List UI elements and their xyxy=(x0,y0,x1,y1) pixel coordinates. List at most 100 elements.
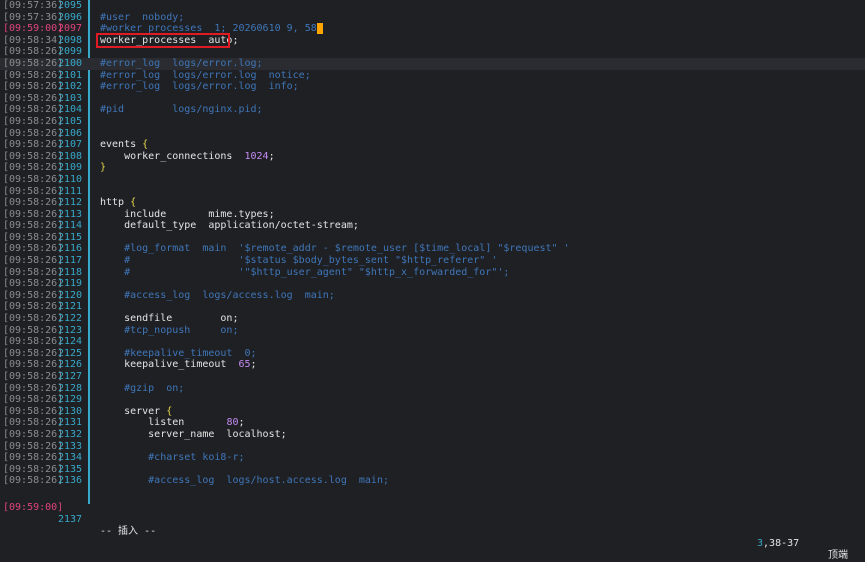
code-line[interactable]: [09:58:26] 2126 keepalive_timeout 65; xyxy=(0,359,865,371)
code-line[interactable]: [09:58:26] 2117 # '$status $body_bytes_se… xyxy=(0,255,865,267)
code-line[interactable]: [09:58:26] 2131 listen 80; xyxy=(0,417,865,429)
line-code[interactable]: default_type application/octet-stream; xyxy=(100,220,359,232)
line-number: 2116 xyxy=(58,243,83,255)
line-timestamp: [09:58:26] xyxy=(3,57,64,69)
code-line[interactable]: [09:58:26] 2100 #error_log logs/error.log; xyxy=(0,57,865,70)
code-line[interactable]: [09:58:26] 2102 #error_log logs/error.log … xyxy=(0,81,865,93)
line-code[interactable]: # '$status $body_bytes_sent "$http_refer… xyxy=(100,255,497,267)
scroll-indicator: 顶端 xyxy=(828,550,848,561)
line-code[interactable]: #user nobody; xyxy=(100,12,184,24)
code-line[interactable]: [09:58:26] 2110 xyxy=(0,174,865,186)
line-number: 2117 xyxy=(58,255,83,267)
code-line[interactable]: [09:58:26] 2118 # '"$http_user_agent" "$h… xyxy=(0,267,865,279)
code-line[interactable]: [09:58:26] 2121 xyxy=(0,301,865,313)
line-code[interactable]: #keepalive_timeout 0; xyxy=(100,348,256,360)
code-line[interactable]: [09:58:26] 2128 #gzip on; xyxy=(0,383,865,395)
line-code[interactable]: server_name localhost; xyxy=(100,429,286,441)
code-line[interactable]: [09:58:26] 2115 xyxy=(0,232,865,244)
line-code[interactable]: #tcp_nopush on; xyxy=(100,325,238,337)
line-number: 2098 xyxy=(58,34,83,46)
line-code[interactable]: #access_log logs/access.log main; xyxy=(100,290,335,302)
line-timestamp: [09:58:26] xyxy=(3,428,64,440)
code-line[interactable]: [09:58:26] 2105 xyxy=(0,116,865,128)
line-code[interactable]: events { xyxy=(100,139,148,151)
code-line[interactable]: [09:58:26] 2108 worker_connections 1024; xyxy=(0,151,865,163)
vim-editor[interactable]: [09:57:36] 2095 [09:57:36] 2096 #user nobody… xyxy=(0,0,865,504)
code-line[interactable]: [09:58:26] 2127 xyxy=(0,371,865,383)
code-line[interactable]: [09:58:26] 2116 #log_format main '$remote… xyxy=(0,243,865,255)
line-code[interactable]: keepalive_timeout 65; xyxy=(100,359,256,371)
line-number: 2132 xyxy=(58,428,83,440)
line-number: 2121 xyxy=(58,301,83,313)
line-timestamp: [09:58:26] xyxy=(3,220,64,232)
line-timestamp: [09:58:26] xyxy=(3,382,64,394)
code-line[interactable]: [09:58:26] 2107 events { xyxy=(0,139,865,151)
line-code[interactable]: server { xyxy=(100,406,172,418)
code-line[interactable]: [09:58:26] 2120 #access_log logs/access.l… xyxy=(0,290,865,302)
code-line[interactable]: [09:57:36] 2096 #user nobody; xyxy=(0,12,865,24)
line-code[interactable]: #error_log logs/error.log; xyxy=(100,58,263,70)
code-line[interactable]: [09:58:26] 2124 xyxy=(0,336,865,348)
line-number: 2112 xyxy=(58,197,83,209)
line-code[interactable]: worker_connections 1024; xyxy=(100,151,275,163)
line-number: 2100 xyxy=(58,57,83,69)
code-line[interactable]: [09:58:26] 2125 #keepalive_timeout 0; xyxy=(0,348,865,360)
code-line[interactable]: [09:58:26] 2134 #charset koi8-r; xyxy=(0,452,865,464)
line-number: 2104 xyxy=(58,104,83,116)
line-code[interactable]: #access_log logs/host.access.log main; xyxy=(100,475,389,487)
line-timestamp: [09:58:26] xyxy=(3,347,64,359)
line-code[interactable]: include mime.types; xyxy=(100,209,275,221)
line-code[interactable]: #gzip on; xyxy=(100,383,184,395)
line-code[interactable]: listen 80; xyxy=(100,417,244,429)
line-number: 2108 xyxy=(58,150,83,162)
line-timestamp: [09:58:26] xyxy=(3,197,64,209)
line-timestamp: [09:58:26] xyxy=(3,185,64,197)
line-code[interactable]: http { xyxy=(100,197,136,209)
code-line[interactable]: [09:58:26] 2101 #error_log logs/error.log … xyxy=(0,70,865,82)
code-line[interactable]: [09:58:26] 2106 xyxy=(0,128,865,140)
code-line[interactable]: [09:58:26] 2103 xyxy=(0,93,865,105)
code-line[interactable]: [09:58:26] 2109} xyxy=(0,162,865,174)
code-line[interactable]: [09:58:26] 2099 xyxy=(0,46,865,58)
line-timestamp: [09:58:26] xyxy=(3,324,64,336)
line-timestamp: [09:58:26] xyxy=(3,104,64,116)
line-timestamp: [09:58:26] xyxy=(3,289,64,301)
line-timestamp: [09:58:26] xyxy=(3,162,64,174)
status-line-number: 2137 xyxy=(58,514,83,525)
code-line[interactable]: [09:58:26] 2132 server_name localhost; xyxy=(0,429,865,441)
code-lines[interactable]: [09:57:36] 2095 [09:57:36] 2096 #user nobody… xyxy=(0,0,865,487)
code-line[interactable]: [09:58:26] 2112 http { xyxy=(0,197,865,209)
code-line[interactable]: [09:58:26] 2111 xyxy=(0,186,865,198)
line-code[interactable]: } xyxy=(100,162,106,174)
code-line[interactable]: [09:58:26] 2129 xyxy=(0,394,865,406)
code-line[interactable]: [09:58:26] 2114 default_type application/… xyxy=(0,220,865,232)
line-code[interactable]: sendfile on; xyxy=(100,313,238,325)
line-code[interactable]: #error_log logs/error.log info; xyxy=(100,81,299,93)
line-timestamp: [09:58:26] xyxy=(3,371,64,382)
code-line[interactable]: [09:58:26] 2133 xyxy=(0,441,865,453)
line-timestamp: [09:57:36] xyxy=(3,0,64,11)
line-code[interactable]: #pid logs/nginx.pid; xyxy=(100,104,263,116)
line-timestamp: [09:58:26] xyxy=(3,139,64,151)
line-code[interactable]: #error_log logs/error.log notice; xyxy=(100,70,311,82)
line-code[interactable]: #log_format main '$remote_addr - $remote… xyxy=(100,243,570,255)
line-timestamp: [09:58:26] xyxy=(3,463,64,475)
line-number: 2114 xyxy=(58,220,83,232)
code-line[interactable]: [09:58:26] 2135 xyxy=(0,464,865,476)
line-number: 2126 xyxy=(58,359,83,371)
line-number: 2134 xyxy=(58,452,83,464)
line-number: 2101 xyxy=(58,69,83,81)
code-line[interactable]: [09:58:26] 2113 include mime.types; xyxy=(0,209,865,221)
line-timestamp: [09:58:34] xyxy=(3,34,64,46)
code-line[interactable]: [09:58:26] 2130 server { xyxy=(0,406,865,418)
code-line[interactable]: [09:58:26] 2136 #access_log logs/host.acc… xyxy=(0,475,865,487)
line-code[interactable]: # '"$http_user_agent" "$http_x_forwarded… xyxy=(100,267,509,279)
code-line[interactable]: [09:57:36] 2095 xyxy=(0,0,865,12)
line-timestamp: [09:58:26] xyxy=(3,243,64,255)
code-line[interactable]: [09:58:26] 2123 #tcp_nopush on; xyxy=(0,325,865,337)
code-line[interactable]: [09:58:26] 2119 xyxy=(0,278,865,290)
line-code[interactable]: #charset koi8-r; xyxy=(100,452,244,464)
code-line[interactable]: [09:58:26] 2122 sendfile on; xyxy=(0,313,865,325)
code-line[interactable]: [09:58:26] 2104 #pid logs/nginx.pid; xyxy=(0,104,865,116)
line-number: 2124 xyxy=(58,336,83,348)
